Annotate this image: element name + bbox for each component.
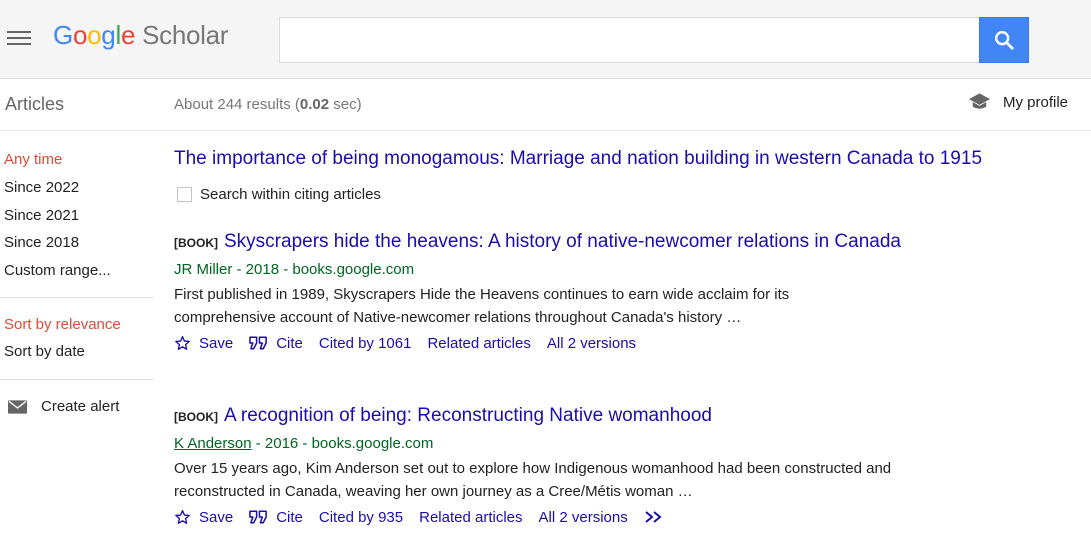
my-profile-link[interactable]: My profile <box>968 92 1068 112</box>
create-alert-button[interactable]: Create alert <box>8 398 119 415</box>
result-snippet: First published in 1989, Skyscrapers Hid… <box>174 286 790 326</box>
search-button[interactable] <box>979 17 1029 63</box>
result-actions: Save Cite Cited by 935 Related articles … <box>174 506 934 528</box>
double-chevron-right-icon <box>645 511 662 523</box>
star-icon <box>175 336 190 350</box>
cite-button[interactable]: Cite <box>249 509 303 526</box>
hamburger-menu-icon[interactable] <box>7 29 31 47</box>
search-input[interactable] <box>279 17 979 63</box>
cited-by-link[interactable]: Cited by 1061 <box>319 335 412 352</box>
envelope-icon <box>8 399 27 414</box>
author-link[interactable]: K Anderson <box>174 435 252 452</box>
filter-since-2021[interactable]: Since 2021 <box>4 207 79 224</box>
result-meta: JR Miller - 2018 - books.google.com <box>174 261 415 278</box>
section-title: Articles <box>5 94 65 114</box>
all-versions-link[interactable]: All 2 versions <box>547 335 636 352</box>
result-title-link[interactable]: [BOOK] A recognition of being: Reconstruc… <box>174 403 934 430</box>
google-scholar-logo[interactable]: Google Scholar <box>53 20 228 51</box>
save-button[interactable]: Save <box>174 335 233 352</box>
cited-by-link[interactable]: Cited by 935 <box>319 509 403 526</box>
header-bar: Google Scholar <box>0 0 1091 79</box>
create-alert-label: Create alert <box>41 398 120 415</box>
search-within-label[interactable]: Search within citing articles <box>200 186 381 203</box>
quote-icon <box>249 510 268 524</box>
subheader-bar: Articles About 244 results (0.02 sec) My… <box>0 79 1091 131</box>
save-button[interactable]: Save <box>174 509 233 526</box>
filter-any-time[interactable]: Any time <box>4 151 62 168</box>
results-count: About 244 results (0.02 sec) <box>174 96 362 113</box>
result-title-link[interactable]: [BOOK] Skyscrapers hide the heavens: A hi… <box>174 229 934 256</box>
search-icon <box>995 31 1014 50</box>
result-meta: K Anderson - 2016 - books.google.com <box>174 435 434 452</box>
quote-icon <box>249 336 268 350</box>
result-snippet: Over 15 years ago, Kim Anderson set out … <box>174 460 892 500</box>
cite-button[interactable]: Cite <box>249 335 303 352</box>
search-within-citing: Search within citing articles <box>177 186 381 203</box>
my-profile-label: My profile <box>1003 93 1069 111</box>
graduation-cap-icon <box>968 93 991 109</box>
book-tag: [BOOK] <box>174 236 218 250</box>
cited-article-title[interactable]: The importance of being monogamous: Marr… <box>174 148 982 170</box>
all-versions-link[interactable]: All 2 versions <box>539 509 628 526</box>
related-articles-link[interactable]: Related articles <box>427 335 530 352</box>
book-tag: [BOOK] <box>174 410 218 424</box>
more-options-button[interactable] <box>644 510 672 524</box>
author-name: JR Miller <box>174 261 233 278</box>
related-articles-link[interactable]: Related articles <box>419 509 522 526</box>
result-item: [BOOK] Skyscrapers hide the heavens: A hi… <box>174 229 934 354</box>
star-icon <box>175 510 190 524</box>
filter-custom-range[interactable]: Custom range... <box>4 262 111 279</box>
search-within-checkbox[interactable] <box>177 187 192 202</box>
sort-by-date[interactable]: Sort by date <box>4 343 85 360</box>
result-item: [BOOK] A recognition of being: Reconstruc… <box>174 403 934 528</box>
filter-since-2022[interactable]: Since 2022 <box>4 179 79 196</box>
filter-since-2018[interactable]: Since 2018 <box>4 234 79 251</box>
result-actions: Save Cite Cited by 1061 Related articles… <box>174 332 934 354</box>
sidebar-divider <box>0 379 154 380</box>
sort-by-relevance[interactable]: Sort by relevance <box>4 316 121 333</box>
sidebar-divider <box>0 297 154 298</box>
